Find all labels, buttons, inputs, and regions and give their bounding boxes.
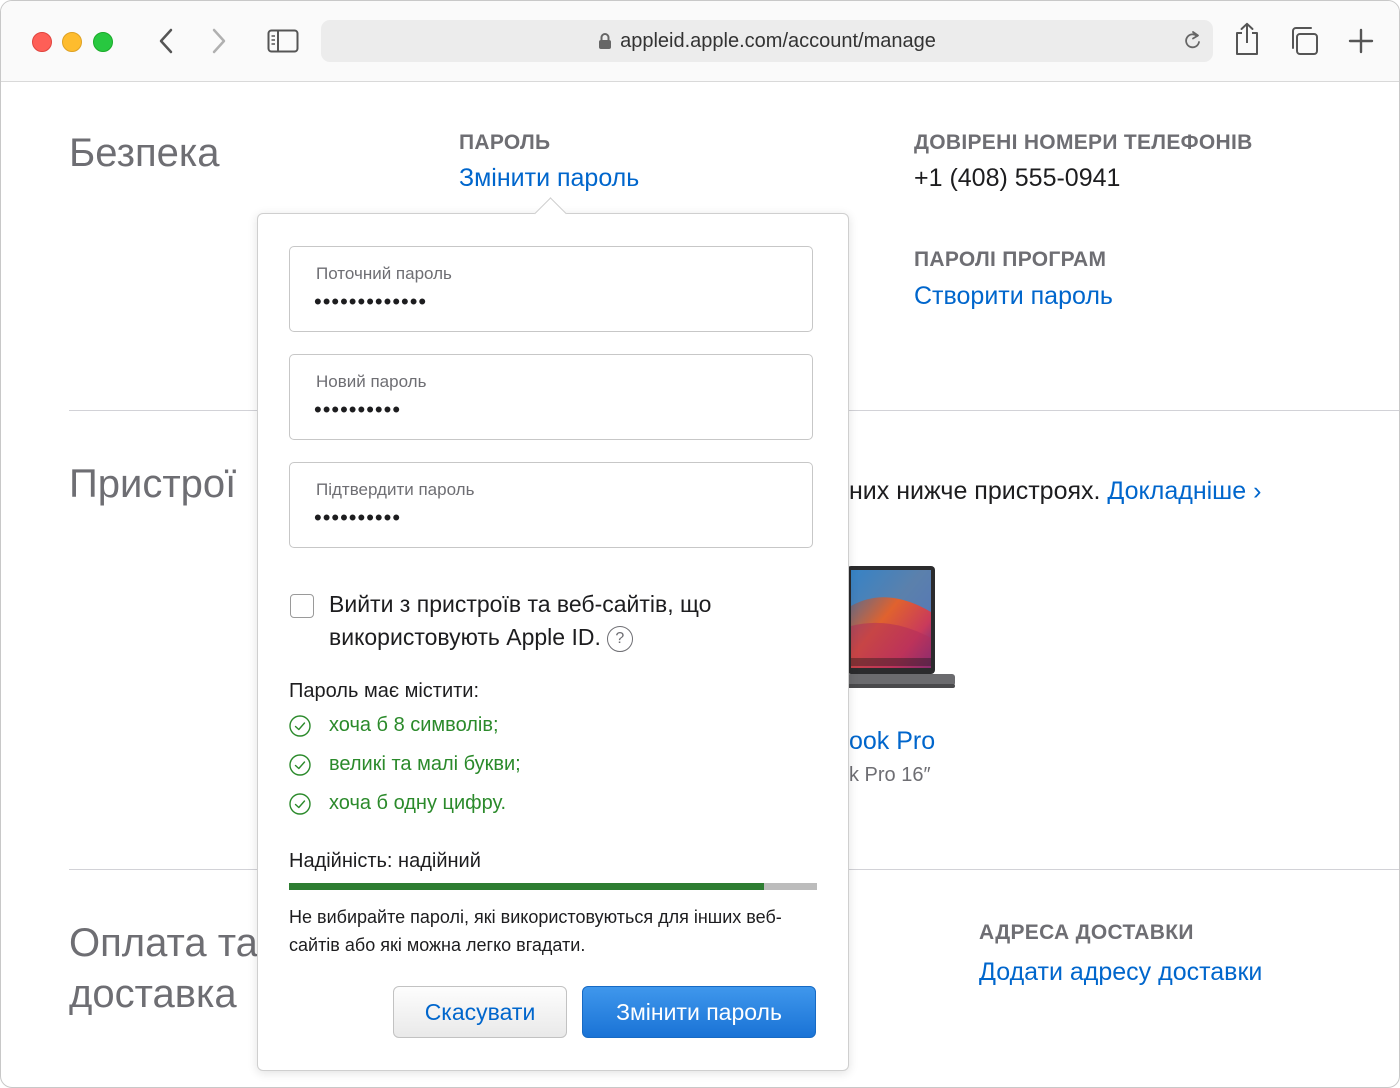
add-shipping-address-link[interactable]: Додати адресу доставки [979,958,1262,987]
trusted-phones-label: ДОВІРЕНІ НОМЕРИ ТЕЛЕФОНІВ [914,131,1253,154]
requirements-title: Пароль має містити: [289,680,479,702]
share-icon[interactable] [1231,19,1263,59]
sign-out-checkbox-label: Вийти з пристроїв та веб-сайтів, що вико… [329,591,712,650]
create-app-password-link[interactable]: Створити пароль [914,282,1113,311]
strength-meter-fill [289,883,765,890]
confirm-password-field[interactable]: Підтвердити пароль •••••••••• [289,462,813,548]
requirement-item: великі та малі букви; [289,753,521,776]
requirement-text: хоча б 8 символів; [329,714,499,736]
address-bar[interactable]: appleid.apple.com/account/manage [321,20,1213,62]
payment-title-line2: доставка [69,972,237,1016]
device-model: k Pro 16″ [849,764,931,786]
browser-window: appleid.apple.com/account/manage Безпека… [0,0,1400,1088]
requirement-text: хоча б одну цифру. [329,792,507,814]
devices-title: Пристрої [69,462,237,506]
new-password-value: •••••••••• [314,397,402,422]
confirm-password-value: •••••••••• [314,505,402,530]
password-hint: Не вибирайте паролі, які використовуютьс… [289,907,782,955]
close-window-button[interactable] [32,32,52,52]
new-password-field[interactable]: Новий пароль •••••••••• [289,354,813,440]
strength-label: Надійність: надійний [289,850,481,872]
security-title: Безпека [69,131,220,175]
new-tab-icon[interactable] [1345,23,1377,59]
sidebar-icon[interactable] [265,23,301,59]
minimize-window-button[interactable] [62,32,82,52]
zoom-window-button[interactable] [93,32,113,52]
payment-title-line1: Оплата та [69,921,258,965]
back-icon[interactable] [151,23,181,59]
checkmark-circle-icon [289,753,311,776]
forward-icon[interactable] [204,23,234,59]
help-icon[interactable]: ? [606,625,633,652]
sign-out-checkbox[interactable] [290,594,314,618]
requirement-item: хоча б 8 символів; [289,714,499,737]
current-password-value: ••••••••••••• [314,289,428,314]
checkmark-circle-icon [289,792,311,815]
change-password-button[interactable]: Змінити пароль [582,986,816,1038]
app-passwords-label: ПАРОЛІ ПРОГРАМ [914,248,1107,271]
trusted-phone-number: +1 (408) 555-0941 [914,164,1121,192]
devices-description: них нижче пристроях. Докладніше › [849,477,1261,506]
device-name-link[interactable]: ook Pro [849,727,935,756]
lock-icon [598,32,612,50]
requirement-text: великі та малі букви; [329,753,521,775]
confirm-password-label: Підтвердити пароль [316,480,475,499]
checkmark-circle-icon [289,714,311,737]
strength-meter [289,883,817,890]
macbook-image[interactable] [847,566,959,694]
new-password-label: Новий пароль [316,372,427,391]
devices-description-text: них нижче пристроях. [849,477,1101,505]
requirement-item: хоча б одну цифру. [289,792,506,815]
tabs-icon[interactable] [1287,23,1321,59]
address-url: appleid.apple.com/account/manage [620,29,936,52]
cancel-button[interactable]: Скасувати [393,986,567,1038]
change-password-link[interactable]: Змінити пароль [459,164,639,193]
change-password-popover: Поточний пароль ••••••••••••• Новий паро… [257,197,849,1071]
password-label: ПАРОЛЬ [459,131,551,154]
learn-more-link[interactable]: Докладніше › [1107,477,1261,505]
current-password-label: Поточний пароль [316,264,452,283]
reload-icon[interactable] [1183,30,1203,58]
sign-out-checkbox-text[interactable]: Вийти з пристроїв та веб-сайтів, що вико… [329,588,799,654]
current-password-field[interactable]: Поточний пароль ••••••••••••• [289,246,813,332]
shipping-address-label: АДРЕСА ДОСТАВКИ [979,921,1194,944]
browser-toolbar: appleid.apple.com/account/manage [1,1,1399,82]
